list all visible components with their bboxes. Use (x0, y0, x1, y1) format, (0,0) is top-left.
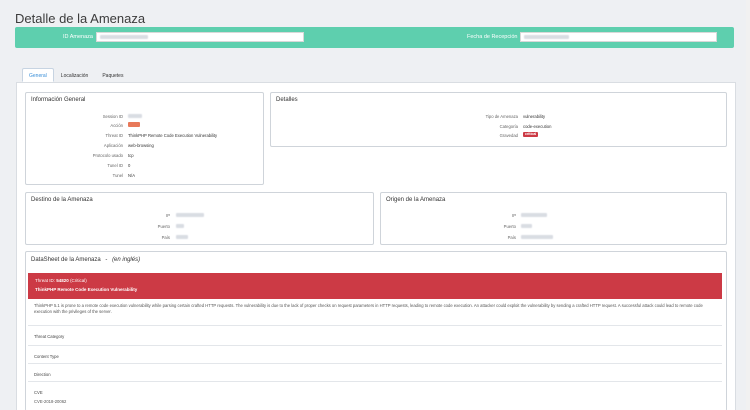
origin-port-value (521, 224, 532, 228)
threat-id-field[interactable] (96, 32, 304, 42)
threat-id-row-label: Threat ID (105, 133, 123, 138)
datasheet-row: Threat Category (28, 325, 722, 345)
action-label: Acción (110, 123, 123, 128)
origin-country-value (521, 235, 553, 239)
dest-port-value (176, 224, 184, 228)
general-info-panel: Información General Session ID Acción Th… (25, 92, 264, 185)
tab-bar: General Localización Paquetes (22, 68, 130, 82)
dest-country-label: País (161, 235, 170, 240)
reception-date-label: Fecha de Recepción (467, 34, 518, 40)
panel-title: DataSheet de la Amenaza - (en inglés) (31, 257, 140, 263)
threat-header-id: 54820 (56, 278, 69, 283)
threat-id-row-value: ThinkPHP Remote Code Execution Vulnerabi… (128, 133, 218, 138)
threat-header-severity: (Critical) (70, 278, 87, 283)
redacted-value (100, 35, 148, 39)
action-badge (128, 122, 140, 127)
tunnel-value: N/A (128, 173, 135, 178)
origin-country-label: País (507, 235, 516, 240)
protocol-label: Protocolo usado (92, 153, 123, 158)
panel-title: Destino de la Amenaza (31, 197, 93, 203)
destination-panel: Destino de la Amenaza IP Puerto País (25, 192, 374, 245)
origin-ip-value (521, 213, 547, 217)
threat-id-bar: ID Amenaza Fecha de Recepción (15, 27, 734, 48)
threat-description: ThinkPHP 5.1 is prone to a remote code e… (34, 303, 703, 314)
tab-general[interactable]: General (22, 68, 54, 82)
tab-paquetes[interactable]: Paquetes (95, 68, 130, 82)
panel-title: Origen de la Amenaza (386, 197, 446, 203)
datasheet-row: CVE CVE-2018-20062 (28, 381, 722, 410)
scrollbar[interactable] (746, 0, 750, 410)
threat-header-line: Threat ID: 54820 (Critical) (35, 278, 87, 283)
dest-ip-label: IP (166, 213, 170, 218)
origin-panel: Origen de la Amenaza IP Puerto País (380, 192, 727, 245)
tunnel-id-label: Tunel ID (107, 163, 123, 168)
datasheet-title: DataSheet de la Amenaza (31, 257, 101, 263)
threat-header-name: ThinkPHP Remote Code Execution Vulnerabi… (35, 287, 138, 292)
panel-title: Información General (31, 97, 86, 103)
reception-date-field[interactable] (520, 32, 717, 42)
dest-country-value (176, 235, 188, 239)
tunnel-id-value: 0 (128, 163, 131, 168)
application-value: web-browsing (128, 143, 154, 148)
origin-port-label: Puerto (503, 224, 516, 229)
redacted-value (524, 35, 569, 39)
threat-type-label: Tipo de Amenaza (485, 114, 518, 119)
tunnel-label: Tunel (112, 173, 123, 178)
datasheet-language-note: (en inglés) (112, 257, 141, 263)
origin-ip-label: IP (512, 213, 516, 218)
threat-header-banner: Threat ID: 54820 (Critical) ThinkPHP Rem… (28, 273, 722, 299)
session-id-label: Session ID (102, 114, 123, 119)
session-id-value (128, 114, 142, 118)
direction-label: Direction (34, 372, 51, 377)
details-panel: Detalles Tipo de Amenaza vulnerability C… (270, 92, 727, 147)
cve-value: CVE-2018-20062 (34, 399, 67, 404)
category-label: Categoría (499, 124, 518, 129)
title-separator: - (105, 257, 108, 263)
datasheet-row: Content Type (28, 345, 722, 363)
datasheet-row: Direction (28, 363, 722, 381)
panel-title: Detalles (276, 97, 298, 103)
severity-label: Gravedad (499, 133, 518, 138)
datasheet-panel: DataSheet de la Amenaza - (en inglés) Th… (25, 251, 727, 410)
tab-localizacion[interactable]: Localización (54, 68, 96, 82)
tab-content: Información General Session ID Acción Th… (16, 82, 736, 410)
threat-category-label: Threat Category (34, 334, 65, 339)
application-label: Aplicación (103, 143, 123, 148)
dest-port-label: Puerto (157, 224, 170, 229)
category-value: code-execution (523, 124, 552, 129)
page-title: Detalle de la Amenaza (15, 11, 146, 26)
severity-badge: critical (523, 132, 539, 137)
protocol-value: tcp (128, 153, 134, 158)
threat-id-label: ID Amenaza (63, 34, 93, 40)
threat-type-value: vulnerability (523, 114, 546, 119)
cve-label: CVE (34, 390, 43, 395)
dest-ip-value (176, 213, 204, 217)
content-type-label: Content Type (34, 354, 59, 359)
